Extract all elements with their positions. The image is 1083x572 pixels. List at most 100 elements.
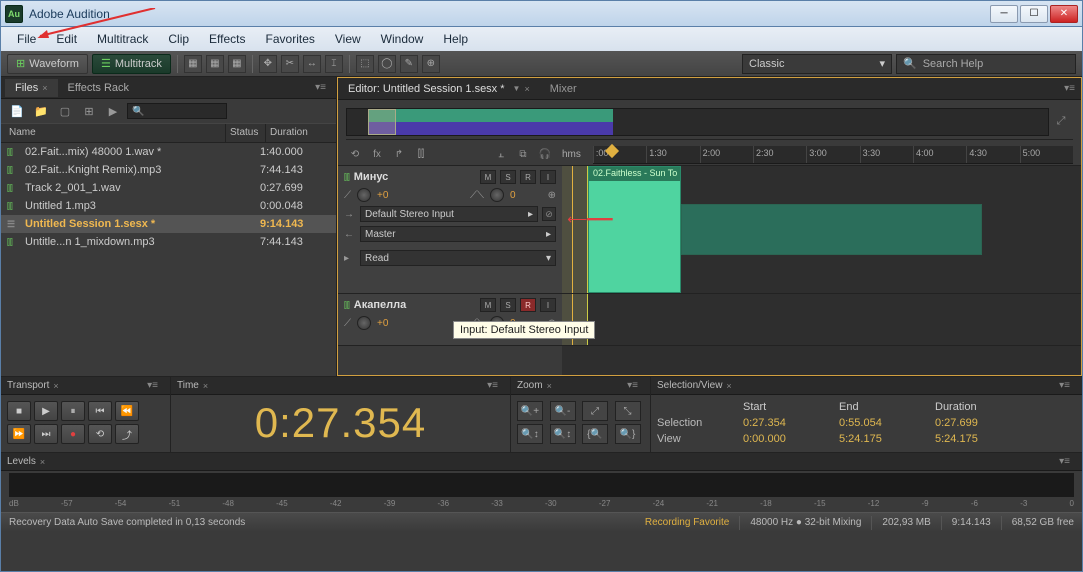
input-config-icon[interactable]: ⊘	[542, 207, 556, 221]
close-button[interactable]: ✕	[1050, 5, 1078, 23]
monitor-button[interactable]: I	[540, 298, 556, 312]
loop-button[interactable]: ⟲	[88, 424, 112, 444]
file-row[interactable]: ☰Untitled Session 1.sesx *9:14.143	[1, 215, 336, 233]
view-end[interactable]: 5:24.175	[839, 433, 919, 445]
move-tool-icon[interactable]: ✥	[259, 55, 277, 73]
mute-button[interactable]: M	[480, 170, 496, 184]
open-file-icon[interactable]: 📄	[7, 102, 27, 120]
view-start[interactable]: 0:00.000	[743, 433, 823, 445]
minimize-button[interactable]: ─	[990, 5, 1018, 23]
selection-end[interactable]: 0:55.054	[839, 417, 919, 429]
volume-knob[interactable]	[357, 316, 371, 330]
automation-mode-select[interactable]: Read▾	[360, 250, 556, 266]
snap-icon[interactable]: ⫠	[492, 147, 510, 163]
record-button[interactable]: ●	[61, 424, 85, 444]
chevron-down-icon[interactable]: ▼	[513, 84, 521, 93]
brush-tool-icon[interactable]: ✎	[400, 55, 418, 73]
group-icon[interactable]: ⧉	[514, 147, 532, 163]
play-button[interactable]: ▶	[34, 401, 58, 421]
tab-files[interactable]: Files×	[5, 79, 58, 97]
panel-menu-icon[interactable]: ▾≡	[309, 82, 332, 93]
eq-icon[interactable]: ⫿⫿	[412, 147, 430, 163]
monitor-button[interactable]: I	[540, 170, 556, 184]
lasso-tool-icon[interactable]: ◯	[378, 55, 396, 73]
pause-button[interactable]: ⏸	[61, 401, 85, 421]
search-help-input[interactable]: 🔍Search Help	[896, 54, 1076, 74]
tool-spectral-1[interactable]: ▦	[184, 55, 202, 73]
selection-duration[interactable]: 0:27.699	[935, 417, 1015, 429]
import-icon[interactable]: ⊞	[79, 102, 99, 120]
headphone-icon[interactable]: 🎧	[536, 147, 554, 163]
new-file-icon[interactable]: ▢	[55, 102, 75, 120]
menu-effects[interactable]: Effects	[199, 29, 255, 49]
menu-multitrack[interactable]: Multitrack	[87, 29, 158, 49]
tool-spectral-3[interactable]: ▦	[228, 55, 246, 73]
zoom-sel-icon[interactable]: ⤡	[615, 401, 641, 421]
record-arm-button[interactable]: R	[520, 170, 536, 184]
file-row[interactable]: ⫿⫿02.Fait...Knight Remix).mp37:44.143	[1, 161, 336, 179]
column-name[interactable]: Name	[1, 124, 226, 142]
column-duration[interactable]: Duration	[266, 124, 336, 142]
tab-effects-rack[interactable]: Effects Rack	[58, 79, 140, 97]
automation-arrow-icon[interactable]: ▸	[344, 253, 356, 264]
zoom-in-h-icon[interactable]: 🔍+	[517, 401, 543, 421]
solo-button[interactable]: S	[500, 298, 516, 312]
column-status[interactable]: Status	[226, 124, 266, 142]
zoom-in-v-icon[interactable]: 🔍↕	[517, 424, 543, 444]
audio-clip[interactable]	[681, 204, 982, 255]
rewind-button[interactable]: ⏪	[115, 401, 139, 421]
track-handle-icon[interactable]: ⫿⫿	[344, 172, 350, 183]
menu-clip[interactable]: Clip	[158, 29, 199, 49]
zoom-reset-icon[interactable]: ⤢	[1049, 115, 1073, 128]
fx-icon[interactable]: fx	[368, 147, 386, 163]
slip-tool-icon[interactable]: ↔	[303, 55, 321, 73]
file-row[interactable]: ⫿⫿Untitled 1.mp30:00.048	[1, 197, 336, 215]
razor-tool-icon[interactable]: ✂	[281, 55, 299, 73]
zoom-in-point-icon[interactable]: {🔍	[582, 424, 608, 444]
file-row[interactable]: ⫿⫿02.Fait...mix) 48000 1.wav *1:40.000	[1, 143, 336, 161]
heal-tool-icon[interactable]: ⊕	[422, 55, 440, 73]
send-icon[interactable]: ↱	[390, 147, 408, 163]
stop-button[interactable]: ■	[7, 401, 31, 421]
files-search-input[interactable]	[127, 103, 227, 119]
ffwd-button[interactable]: ⏩	[7, 424, 31, 444]
track-lane[interactable]	[562, 294, 1081, 346]
track-lane[interactable]: 02.Faithless - Sun To Me (Mark Knight Re…	[562, 166, 1081, 294]
audio-clip[interactable]: 02.Faithless - Sun To Me (Mark Knight Re…	[588, 166, 681, 293]
waveform-mode-button[interactable]: ⊞Waveform	[7, 54, 88, 74]
zoom-out-point-icon[interactable]: 🔍}	[615, 424, 641, 444]
zoom-out-v-icon[interactable]: 🔍↕	[550, 424, 576, 444]
menu-view[interactable]: View	[325, 29, 371, 49]
menu-edit[interactable]: Edit	[46, 29, 87, 49]
menu-help[interactable]: Help	[433, 29, 478, 49]
play-preview-icon[interactable]: ▶	[103, 102, 123, 120]
next-button[interactable]: ⏭	[34, 424, 58, 444]
close-icon[interactable]: ×	[42, 83, 47, 93]
solo-button[interactable]: S	[500, 170, 516, 184]
menu-favorites[interactable]: Favorites	[256, 29, 325, 49]
menu-file[interactable]: File	[7, 29, 46, 49]
mixer-tab[interactable]: Mixer	[540, 80, 587, 98]
zoom-out-h-icon[interactable]: 🔍-	[550, 401, 576, 421]
selection-start[interactable]: 0:27.354	[743, 417, 823, 429]
menu-window[interactable]: Window	[371, 29, 434, 49]
open-folder-icon[interactable]: 📁	[31, 102, 51, 120]
maximize-button[interactable]: ☐	[1020, 5, 1048, 23]
track-handle-icon[interactable]: ⫿⫿	[344, 300, 350, 311]
view-duration[interactable]: 5:24.175	[935, 433, 1015, 445]
file-row[interactable]: ⫿⫿Track 2_001_1.wav0:27.699	[1, 179, 336, 197]
record-arm-button[interactable]: R	[520, 298, 536, 312]
timeline-ruler[interactable]: :00 1:30 2:00 2:30 3:00 3:30 4:00 4:30 5…	[593, 146, 1073, 164]
mute-button[interactable]: M	[480, 298, 496, 312]
multitrack-mode-button[interactable]: ☰Multitrack	[92, 54, 171, 74]
zoom-full-icon[interactable]: ⤢	[582, 401, 608, 421]
input-select[interactable]: Default Stereo Input▸	[360, 206, 538, 222]
editor-tab[interactable]: Editor: Untitled Session 1.sesx *▼×	[338, 80, 540, 98]
output-select[interactable]: Master▸	[360, 226, 556, 242]
overview-strip[interactable]	[346, 108, 1049, 136]
volume-knob[interactable]	[357, 188, 371, 202]
track-name[interactable]: Минус	[354, 171, 476, 183]
tool-spectral-2[interactable]: ▦	[206, 55, 224, 73]
panel-menu-icon[interactable]: ▾≡	[1058, 83, 1081, 94]
file-row[interactable]: ⫿⫿Untitle...n 1_mixdown.mp37:44.143	[1, 233, 336, 251]
